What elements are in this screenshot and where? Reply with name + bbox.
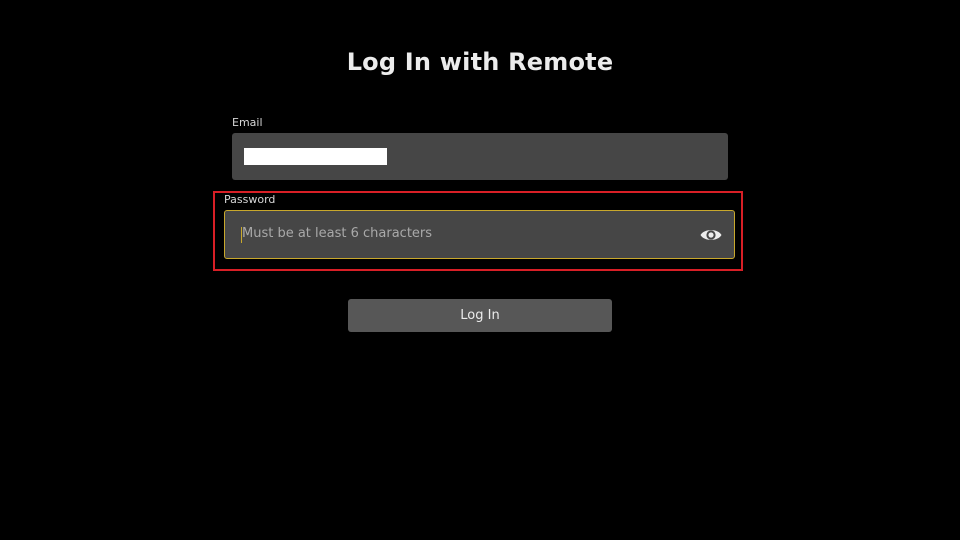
password-label: Password [224, 193, 276, 206]
login-screen: Log In with Remote Email Password Must b… [0, 0, 960, 540]
email-label: Email [232, 116, 263, 129]
email-field[interactable] [232, 133, 728, 180]
login-button[interactable]: Log In [348, 299, 612, 332]
eye-icon[interactable] [699, 224, 723, 246]
password-field[interactable]: Must be at least 6 characters [224, 210, 735, 259]
page-title: Log In with Remote [346, 48, 614, 76]
email-redacted-value [244, 148, 387, 165]
password-placeholder: Must be at least 6 characters [242, 226, 433, 241]
